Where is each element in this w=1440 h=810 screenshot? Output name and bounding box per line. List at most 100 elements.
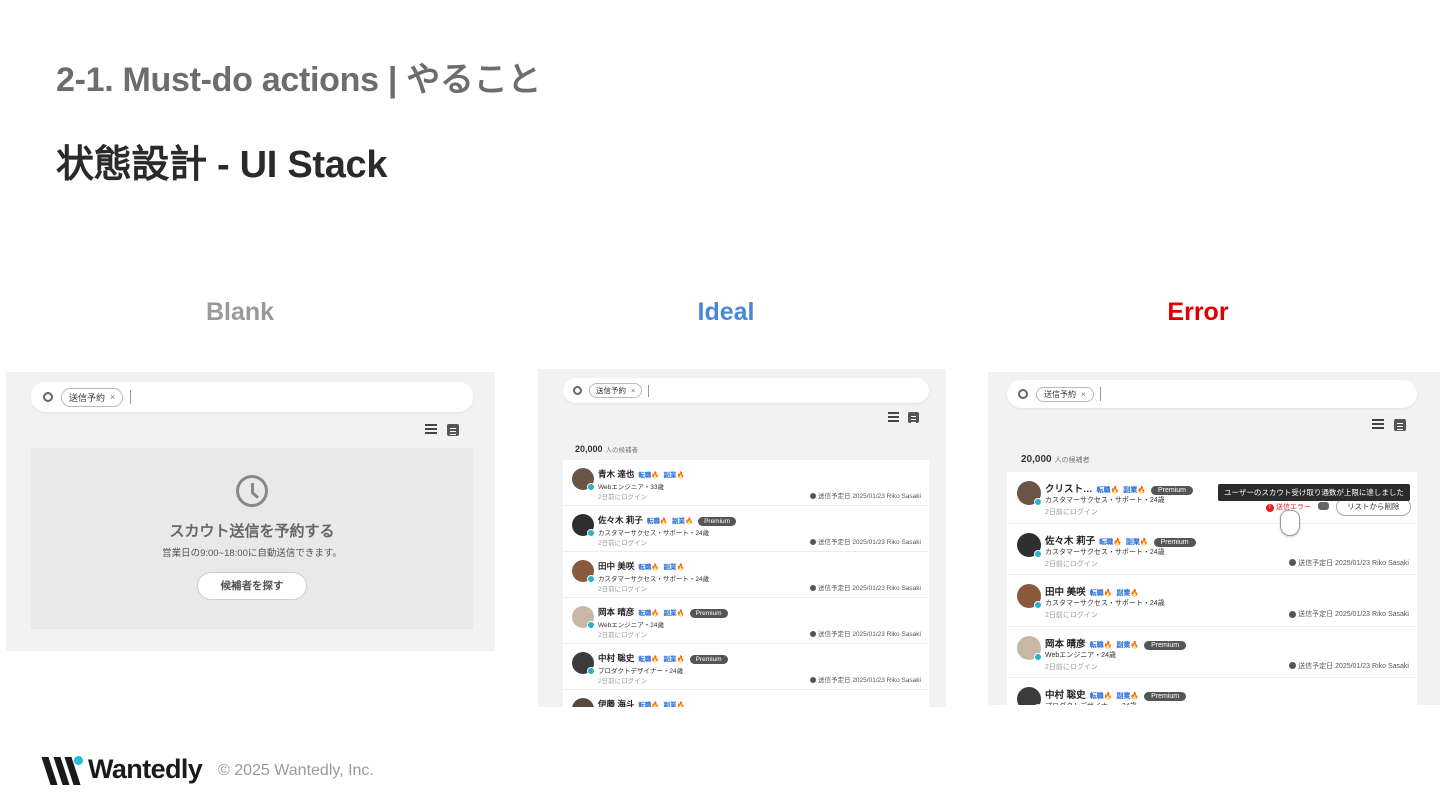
scheduled-send: 送信予定日 2025/01/23 Riko Sasaki [810,674,921,684]
candidate-description: Webエンジニア・33歳 [598,484,664,491]
text-caret [648,384,650,397]
flame-icon: 🔥 [651,564,660,571]
side-job-tag: 副業 [1123,487,1138,494]
scheduled-send: 送信予定日 2025/01/23 Riko Sasaki [810,582,921,592]
wantedly-logo: Wantedly [41,754,203,785]
clock-icon [1289,610,1297,618]
candidate-row[interactable]: 中村 聡史 転職🔥 副業🔥 Premium プロダクトデザイナー・24歳 2日前にログイン… [563,644,929,690]
search-bar[interactable]: 送信予約 × [563,378,929,403]
candidate-name: クリスト… [1045,484,1093,495]
candidate-name: 青木 達也 [598,469,635,479]
close-icon[interactable]: × [110,392,115,402]
list-view-icon[interactable] [425,424,437,436]
slide-title: 状態設計 - UI Stack [56,144,388,186]
list-view-icon[interactable] [1372,419,1384,431]
flame-icon: 🔥 [651,656,660,663]
scheduled-send: 送信予定日 2025/01/23 Riko Sasaki [1289,558,1409,568]
find-candidates-button[interactable]: 候補者を探す [197,572,307,600]
candidate-name: 田中 美咲 [1045,587,1086,598]
last-login: 2日前にログイン [1045,509,1098,516]
flame-icon: 🔥 [676,564,685,571]
candidate-description: Webエンジニア・24歳 [1045,651,1117,659]
job-change-tag: 転職 [1089,590,1104,597]
candidate-name: 中村 聡史 [598,653,635,663]
search-icon [1018,389,1028,399]
filter-chip[interactable]: 送信予約 × [61,387,124,407]
sender-name: Riko Sasaki [1372,611,1409,618]
scheduled-date: 送信予定日 2025/01/23 [818,539,885,546]
candidate-description: プロダクトデザイナー・24歳 [1045,701,1137,705]
candidate-name-line: 青木 達也 転職🔥 副業🔥 [598,468,685,480]
side-job-tag: 副業 [1116,693,1131,700]
card-view-icon[interactable] [447,424,459,436]
candidate-name-line: クリスト… 転職🔥 副業🔥 Premium [1045,481,1193,495]
candidate-row[interactable]: 岡本 晴彦 転職🔥 副業🔥 Premium Webエンジニア・24歳 2日前にログイン 送信… [563,598,929,644]
candidate-list: 青木 達也 転職🔥 副業🔥 Webエンジニア・33歳 2日前にログイン 送信予定日 202… [563,460,929,707]
candidate-name-line: 中村 聡史 転職🔥 副業🔥 Premium [1045,687,1187,701]
search-icon [43,392,53,402]
job-change-tag: 転職 [638,472,652,479]
candidate-name-line: 佐々木 莉子 転職🔥 副業🔥 Premium [1045,533,1196,547]
filter-chip[interactable]: 送信予約 × [589,383,643,398]
avatar [1017,481,1042,506]
scheduled-date: 送信予定日 2025/01/23 [818,585,885,592]
blank-state-label: Blank [205,298,275,326]
candidate-name-line: 佐々木 莉子 転職🔥 副業🔥 Premium [598,514,737,526]
error-state-screenshot: 送信予約 × 20,000 人の候補者 クリスト… 転職🔥 副業🔥 Premium カスタ… [988,372,1440,705]
last-login: 2日前にログイン [598,540,648,547]
flame-icon: 🔥 [651,472,660,479]
avatar [572,698,594,707]
error-icon: ! [1266,504,1274,512]
candidate-name: 伊藤 海斗 [598,699,635,707]
error-tooltip: ユーザーのスカウト受け取り通数が上限に達しました [1218,484,1410,501]
list-view-icon[interactable] [888,412,899,424]
flame-icon: 🔥 [659,518,668,525]
candidate-row[interactable]: 岡本 晴彦 転職🔥 副業🔥 Premium Webエンジニア・24歳 2日前にログイン 送信… [1007,627,1417,678]
error-state-label: Error [1167,298,1229,326]
copyright: © 2025 Wantedly, Inc. [218,762,374,779]
premium-badge: Premium [689,609,728,618]
candidate-row[interactable]: 中村 聡史転職🔥副業🔥Premiumプロダクトデザイナー・24歳 [1007,678,1417,705]
avatar [1017,635,1042,661]
clock-icon [810,585,817,592]
card-view-icon[interactable] [1394,419,1406,431]
candidate-row[interactable]: 田中 美咲 転職🔥 副業🔥 カスタマーサクセス・サポート・24歳 2日前にログイン 送信予… [563,552,929,598]
empty-state-description: 営業日の9:00~18:00に自動送信できます。 [162,548,342,559]
clock-icon [810,631,817,638]
sender-name: Riko Sasaki [886,677,921,684]
flame-icon: 🔥 [1137,487,1146,494]
candidate-name: 佐々木 莉子 [598,515,643,525]
search-bar[interactable]: 送信予約 × [31,382,473,412]
candidate-row[interactable]: 佐々木 莉子 転職🔥 副業🔥 Premium カスタマーサクセス・サポート・24歳 2日前… [1007,524,1417,575]
scheduled-send: 送信予定日 2025/01/23 Riko Sasaki [810,490,921,500]
last-login: 2日前にログイン [1045,560,1098,568]
filter-chip[interactable]: 送信予約 × [1036,386,1094,402]
job-change-tag: 転職 [638,656,652,663]
job-change-tag: 転職 [1089,693,1104,700]
candidate-row[interactable]: 佐々木 莉子 転職🔥 副業🔥 Premium カスタマーサクセス・サポート・24歳 2日前… [563,506,929,552]
filter-chip-label: 送信予約 [69,392,106,403]
candidate-count: 20,000 人の候補者 [575,444,639,454]
message-icon[interactable] [1318,502,1329,510]
flame-icon: 🔥 [1103,693,1113,700]
candidate-row[interactable]: 伊藤 海斗 転職🔥 副業🔥 [563,690,929,707]
candidate-name-line: 岡本 晴彦 転職🔥 副業🔥 Premium [1045,636,1187,650]
card-view-icon[interactable] [908,412,919,423]
premium-badge: Premium [1144,692,1187,701]
close-icon[interactable]: × [631,386,635,395]
empty-state: スカウト送信を予約する 営業日の9:00~18:00に自動送信できます。 候補者… [31,448,473,629]
premium-badge: Premium [1153,537,1196,547]
close-icon[interactable]: × [1081,390,1086,399]
candidate-row[interactable]: 田中 美咲 転職🔥 副業🔥 カスタマーサクセス・サポート・24歳 2日前にログイン 送信予… [1007,575,1417,627]
view-toggle [1372,419,1406,431]
search-bar[interactable]: 送信予約 × [1007,380,1417,408]
search-icon [573,386,582,395]
scheduled-date: 送信予定日 2025/01/23 [818,631,885,638]
candidate-row[interactable]: 青木 達也 転職🔥 副業🔥 Webエンジニア・33歳 2日前にログイン 送信予定日 202… [563,460,929,506]
sender-name: Riko Sasaki [886,539,921,546]
clock-icon [810,493,817,500]
flame-icon: 🔥 [676,656,685,663]
avatar [572,514,595,537]
last-login: 2日前にログイン [598,494,648,501]
job-change-tag: 転職 [1099,538,1114,546]
